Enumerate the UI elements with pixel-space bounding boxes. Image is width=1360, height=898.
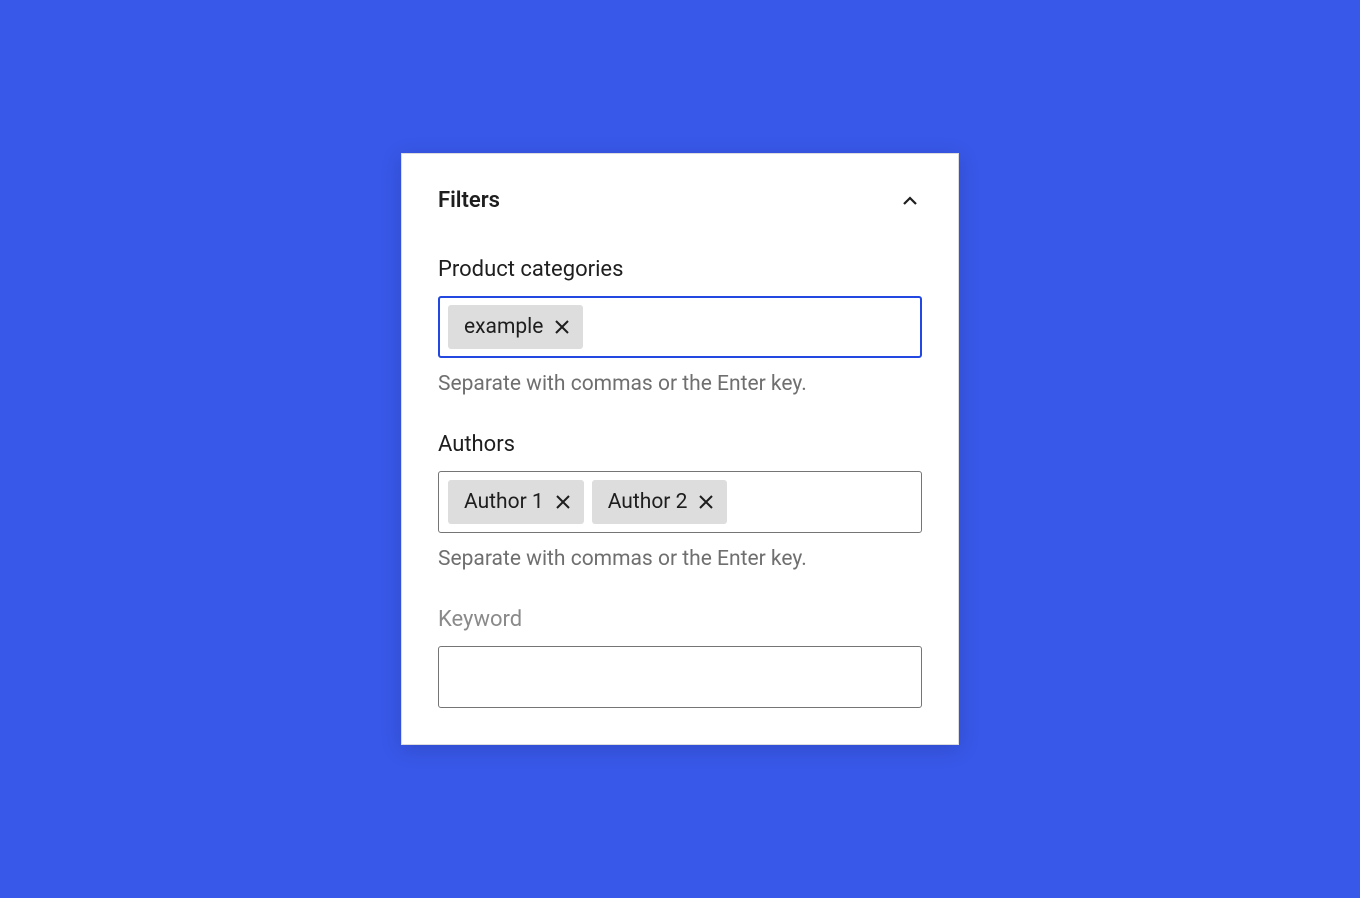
panel-header[interactable]: Filters: [402, 154, 958, 213]
chevron-up-icon[interactable]: [898, 189, 922, 213]
token: Author 1: [448, 480, 584, 524]
token-label: Author 1: [464, 490, 544, 514]
product-categories-field: Product categories example Separate with…: [438, 257, 922, 396]
token: Author 2: [592, 480, 728, 524]
token: example: [448, 305, 583, 349]
authors-label: Authors: [438, 432, 922, 457]
authors-input[interactable]: Author 1 Author 2: [438, 471, 922, 533]
filters-panel: Filters Product categories example: [401, 153, 959, 745]
token-label: Author 2: [608, 490, 688, 514]
keyword-input[interactable]: [438, 646, 922, 708]
panel-title: Filters: [438, 188, 500, 213]
authors-helper: Separate with commas or the Enter key.: [438, 547, 922, 571]
authors-field: Authors Author 1 Author 2: [438, 432, 922, 571]
close-icon[interactable]: [553, 318, 571, 336]
panel-body: Product categories example Separate with…: [402, 213, 958, 744]
token-label: example: [464, 315, 543, 339]
close-icon[interactable]: [697, 493, 715, 511]
close-icon[interactable]: [554, 493, 572, 511]
keyword-field: Keyword: [438, 607, 922, 708]
product-categories-label: Product categories: [438, 257, 922, 282]
product-categories-input[interactable]: example: [438, 296, 922, 358]
keyword-label: Keyword: [438, 607, 922, 632]
product-categories-helper: Separate with commas or the Enter key.: [438, 372, 922, 396]
